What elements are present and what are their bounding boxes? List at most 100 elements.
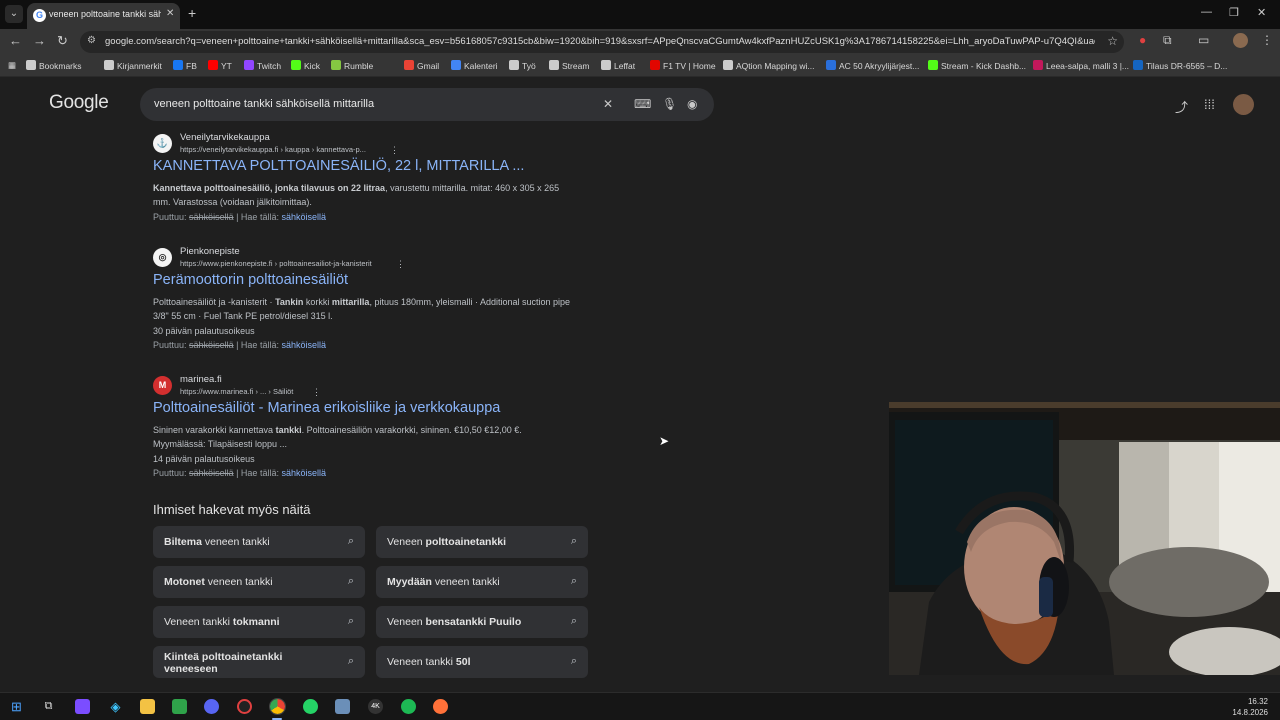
bookmark-item[interactable]: Bookmarks [26,60,82,71]
windows-taskbar: ⊞ ⧉ ◈ 4K 16.32 14.8.2026 [0,692,1280,720]
bookmark-item[interactable]: Stream - Kick Dashb... [928,60,1026,71]
related-search-chip[interactable]: Motonet veneen tankki ⌕ [153,566,365,598]
bookmark-item[interactable]: Kick [291,60,320,71]
app-diamond-icon[interactable]: ◈ [108,699,123,714]
result-more-icon[interactable]: ⋮ [312,387,321,398]
bookmark-item[interactable]: Stream [549,60,589,71]
obs-icon[interactable] [237,699,252,714]
back-icon[interactable]: ← [9,33,22,48]
reload-icon[interactable]: ↻ [57,33,68,49]
system-clock[interactable]: 16.32 14.8.2026 [1232,696,1268,718]
bookmark-item[interactable]: Rumble [331,60,373,71]
search-with-term-link[interactable]: sähköisellä [281,340,326,350]
cast-icon[interactable]: ▭ [1198,33,1209,47]
app-window-icon[interactable] [335,699,350,714]
bookmarks-bar: ▦ Bookmarks Kirjanmerkit FB YT Twitch Kick Rum… [0,55,1280,77]
clear-search-icon[interactable]: ✕ [603,97,613,111]
result-site-name[interactable]: marinea.fi [180,374,222,385]
result-more-icon[interactable]: ⋮ [396,259,405,270]
related-search-chip[interactable]: Veneen tankki 50l ⌕ [376,646,588,678]
site-favicon-icon: ◎ [153,248,172,267]
result-title-link[interactable]: Perämoottorin polttoainesäiliöt [153,272,348,288]
search-icon: ⌕ [347,535,354,547]
google-logo[interactable]: Google [49,92,109,114]
4k-app-icon[interactable]: 4K [368,699,383,714]
extension-record-icon[interactable]: ● [1139,33,1146,47]
discord-icon[interactable] [204,699,219,714]
order-icon [1133,60,1143,70]
search-box[interactable]: veneen polttoaine tankki sähköisellä mit… [140,88,714,121]
search-with-term-link[interactable]: sähköisellä [281,468,326,478]
folder-icon [549,60,559,70]
clock-date: 14.8.2026 [1232,708,1268,717]
related-search-chip[interactable]: Veneen tankki tokmanni ⌕ [153,606,365,638]
tab-close-icon[interactable]: ✕ [166,8,174,19]
url-text[interactable]: google.com/search?q=veneen+polttoaine+ta… [105,36,1095,47]
active-tab[interactable]: G veneen polttoaine tankki sähköis ✕ [27,3,180,29]
clock-time: 16.32 [1247,697,1268,706]
result-url[interactable]: https://veneilytarvikekauppa.fi › kauppa… [180,145,366,154]
bookmark-item[interactable]: Twitch [244,60,281,71]
return-policy: 14 päivän palautusoikeus [153,454,255,464]
firefox-icon[interactable] [433,699,448,714]
bookmark-item[interactable]: Gmail [404,60,439,71]
bookmark-item[interactable]: Kalenteri [451,60,498,71]
app-grid-icon[interactable] [75,699,90,714]
tab-search-button[interactable]: ⌄ [5,5,23,23]
bookmark-item[interactable]: Kirjanmerkit [104,60,162,71]
lens-camera-icon[interactable]: ◉ [687,97,697,111]
bookmark-item[interactable]: Leea-salpa, malli 3 |... [1033,60,1129,71]
related-search-chip[interactable]: Kiinteä polttoainetankki veneeseen ⌕ [153,646,365,678]
windows-start-icon[interactable]: ⊞ [9,699,24,714]
result-site-name[interactable]: Pienkonepiste [180,246,240,257]
new-tab-button[interactable]: + [188,5,196,21]
forward-icon[interactable]: → [33,33,46,48]
browser-menu-icon[interactable]: ⋮ [1261,33,1273,47]
related-search-chip[interactable]: Biltema veneen tankki ⌕ [153,526,365,558]
search-query[interactable]: veneen polttoaine tankki sähköisellä mit… [154,98,374,110]
result-url[interactable]: https://www.pienkonepiste.fi › polttoain… [180,259,372,268]
window-close-icon[interactable]: ✕ [1257,6,1266,19]
microphone-icon[interactable]: 🎙 [662,97,677,111]
whatsapp-icon[interactable] [303,699,318,714]
result-title-link[interactable]: Polttoainesäiliöt - Marinea erikoisliike… [153,400,500,416]
result-site-name[interactable]: Veneilytarvikekauppa [180,132,270,143]
notes-app-icon[interactable] [172,699,187,714]
bookmark-item[interactable]: FB [173,60,197,71]
keyboard-icon[interactable]: ⌨ [634,97,651,111]
bookmark-item[interactable]: AC 50 Akryylijärjest... [826,60,919,71]
bookmark-item[interactable]: YT [208,60,232,71]
search-with-term-link[interactable]: sähköisellä [281,212,326,222]
minimize-icon[interactable]: — [1201,6,1212,18]
bookmark-item[interactable]: AQtion Mapping wi... [723,60,814,71]
apps-grid-icon[interactable]: ▦ [8,60,16,71]
google-apps-icon[interactable]: ⁞⁞⁞ [1204,97,1215,112]
restore-icon[interactable]: ❐ [1229,6,1239,19]
youtube-icon [208,60,218,70]
bookmark-label: Twitch [257,61,282,71]
spotify-icon[interactable] [401,699,416,714]
related-search-chip[interactable]: Veneen bensatankki Puuilo ⌕ [376,606,588,638]
related-search-chip[interactable]: Veneen polttoainetankki ⌕ [376,526,588,558]
bookmark-star-icon[interactable]: ☆ [1107,34,1118,48]
related-search-chip[interactable]: Myydään veneen tankki ⌕ [376,566,588,598]
result-url[interactable]: https://www.marinea.fi › ... › Säiliöt [180,387,293,396]
share-icon[interactable]: ⤴ [1175,97,1188,116]
rumble-icon [331,60,341,70]
extensions-icon[interactable]: ⧉ [1163,33,1172,48]
file-explorer-icon[interactable] [140,699,155,714]
result-more-icon[interactable]: ⋮ [390,145,399,156]
result-title-link[interactable]: KANNETTAVA POLTTOAINESÄILIÖ, 22 l, MITTA… [153,158,524,174]
bookmark-item[interactable]: Työ [509,60,536,71]
profile-avatar[interactable] [1233,33,1248,48]
bookmark-item[interactable]: Tilaus DR-6565 – D... [1133,60,1227,71]
webcam-feed [889,402,1280,675]
google-account-avatar[interactable] [1233,94,1254,115]
chrome-icon[interactable] [269,698,286,715]
f1-icon [650,60,660,70]
bookmark-item[interactable]: F1 TV | Home [650,60,716,71]
address-bar[interactable]: ⚙ google.com/search?q=veneen+polttoaine+… [80,31,1124,53]
site-info-icon[interactable]: ⚙ [87,35,96,46]
task-view-icon[interactable]: ⧉ [41,699,56,714]
bookmark-item[interactable]: Leffat [601,60,635,71]
